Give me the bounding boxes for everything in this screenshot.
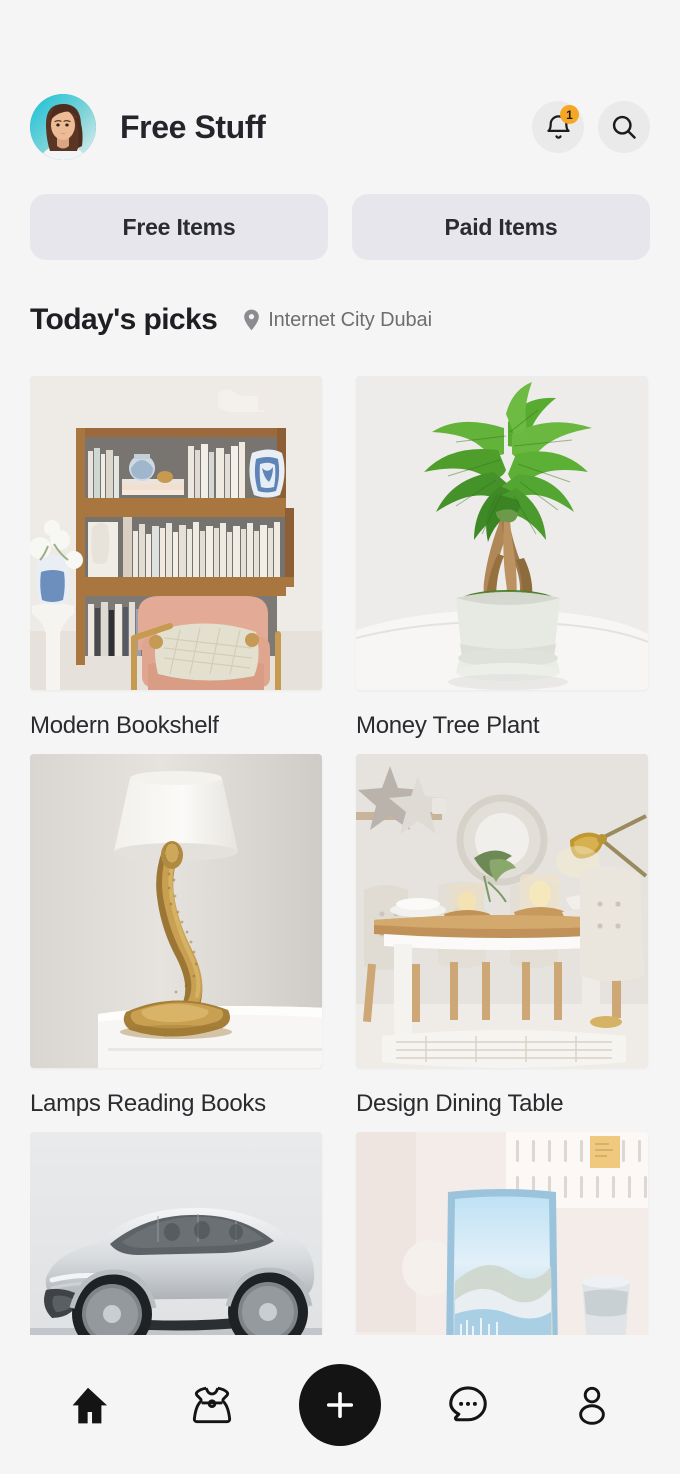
nav-messages[interactable] [431,1368,505,1442]
item-card[interactable]: Design Dining Table [356,754,648,1118]
item-card[interactable] [356,1132,648,1335]
tab-free-items[interactable]: Free Items [30,194,328,260]
nav-home[interactable] [51,1368,125,1442]
item-card[interactable]: Modern Bookshelf [30,376,322,740]
dress-icon [192,1386,232,1423]
category-tabs: Free Items Paid Items [30,194,650,260]
home-icon [72,1387,108,1423]
add-item-button[interactable] [299,1363,381,1446]
bottom-navigation [0,1335,680,1474]
tab-paid-items[interactable]: Paid Items [352,194,650,260]
location-selector[interactable]: Internet City Dubai [243,309,432,332]
person-icon [579,1386,605,1425]
app-header: Free Stuff 1 [30,93,650,161]
page-title: Free Stuff [120,108,266,145]
item-card[interactable]: Money Tree Plant [356,376,648,740]
item-title: Money Tree Plant [356,712,540,739]
plus-icon [326,1391,354,1418]
header-actions: 1 [532,101,650,153]
search-button[interactable] [598,101,650,153]
app-screen: Free Stuff 1 Free Items Paid Items Today… [0,0,680,1474]
item-grid: Modern Bookshelf Money Tree Plant Lamps … [30,376,650,1335]
snake-lamp-photo[interactable] [30,754,322,1068]
notification-badge: 1 [560,105,579,124]
item-title: Modern Bookshelf [30,712,219,739]
section-title: Today's picks [30,303,218,336]
section-header: Today's picks Internet City Dubai [30,303,650,337]
nav-clothing[interactable] [175,1368,249,1442]
item-title: Design Dining Table [356,1090,564,1117]
chat-bubble-icon [449,1385,487,1421]
laptop-desk-photo[interactable] [356,1132,648,1335]
dining-table-photo[interactable] [356,754,648,1068]
location-label: Internet City Dubai [268,308,432,331]
location-pin-icon [244,309,260,331]
search-icon [612,115,636,139]
money-tree-photo[interactable] [356,376,648,690]
notifications-button[interactable]: 1 [532,101,584,153]
avatar[interactable] [30,94,96,160]
bookshelf-photo[interactable] [30,376,322,690]
nav-profile[interactable] [555,1368,629,1442]
item-card[interactable]: Lamps Reading Books [30,754,322,1118]
concept-car-photo[interactable] [30,1132,322,1335]
item-title: Lamps Reading Books [30,1090,266,1117]
item-card[interactable] [30,1132,322,1335]
